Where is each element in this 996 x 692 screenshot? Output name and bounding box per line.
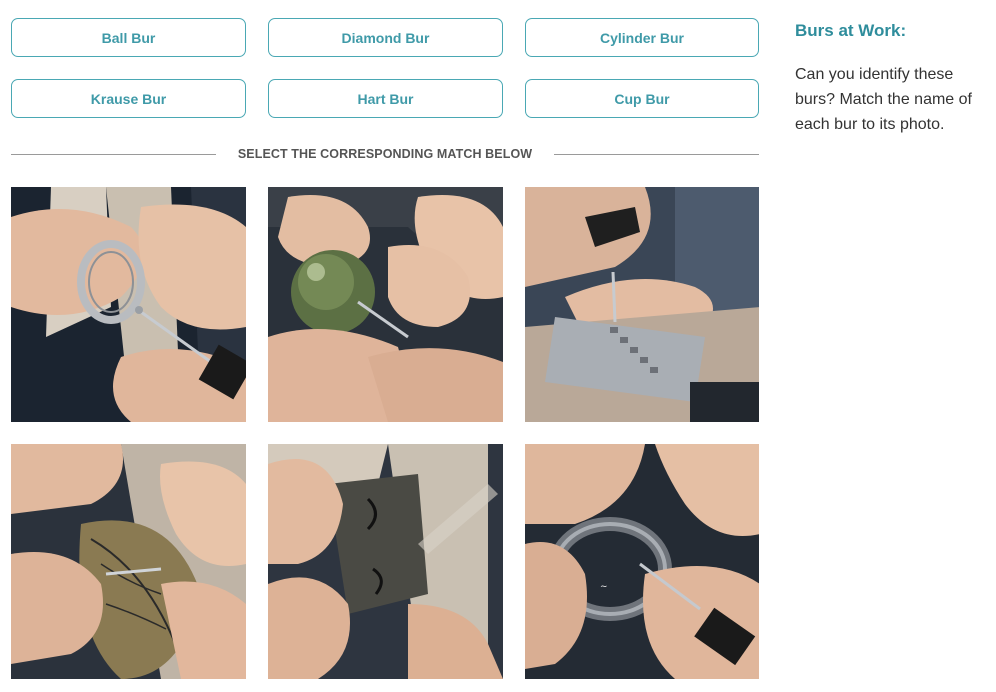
- sidebar: Burs at Work: Can you identify these bur…: [795, 20, 990, 137]
- bur-photo-grid: ~: [11, 187, 759, 679]
- divider-label: SELECT THE CORRESPONDING MATCH BELOW: [237, 147, 533, 161]
- sidebar-title: Burs at Work:: [795, 21, 907, 40]
- bur-photo-5[interactable]: [268, 444, 503, 679]
- sidebar-instructions: Can you identify these burs? Match the n…: [795, 66, 972, 133]
- divider-line-left: [11, 153, 216, 155]
- cylinder-bur-button[interactable]: Cylinder Bur: [525, 18, 759, 57]
- ball-bur-button[interactable]: Ball Bur: [11, 18, 246, 57]
- bur-photo-4[interactable]: [11, 444, 246, 679]
- ring-engraving: ~: [600, 582, 608, 592]
- bur-photo-3[interactable]: [525, 187, 759, 422]
- bur-photo-2[interactable]: [268, 187, 503, 422]
- bur-photo-6[interactable]: ~: [525, 444, 759, 679]
- diamond-bur-button[interactable]: Diamond Bur: [268, 18, 503, 57]
- bur-photo-1[interactable]: [11, 187, 246, 422]
- bur-name-buttons: Ball Bur Diamond Bur Cylinder Bur Krause…: [11, 18, 759, 118]
- krause-bur-button[interactable]: Krause Bur: [11, 79, 246, 118]
- cup-bur-button[interactable]: Cup Bur: [525, 79, 759, 118]
- page: Ball Bur Diamond Bur Cylinder Bur Krause…: [0, 0, 996, 692]
- match-divider: SELECT THE CORRESPONDING MATCH BELOW: [11, 144, 759, 164]
- divider-line-right: [554, 153, 759, 155]
- hart-bur-button[interactable]: Hart Bur: [268, 79, 503, 118]
